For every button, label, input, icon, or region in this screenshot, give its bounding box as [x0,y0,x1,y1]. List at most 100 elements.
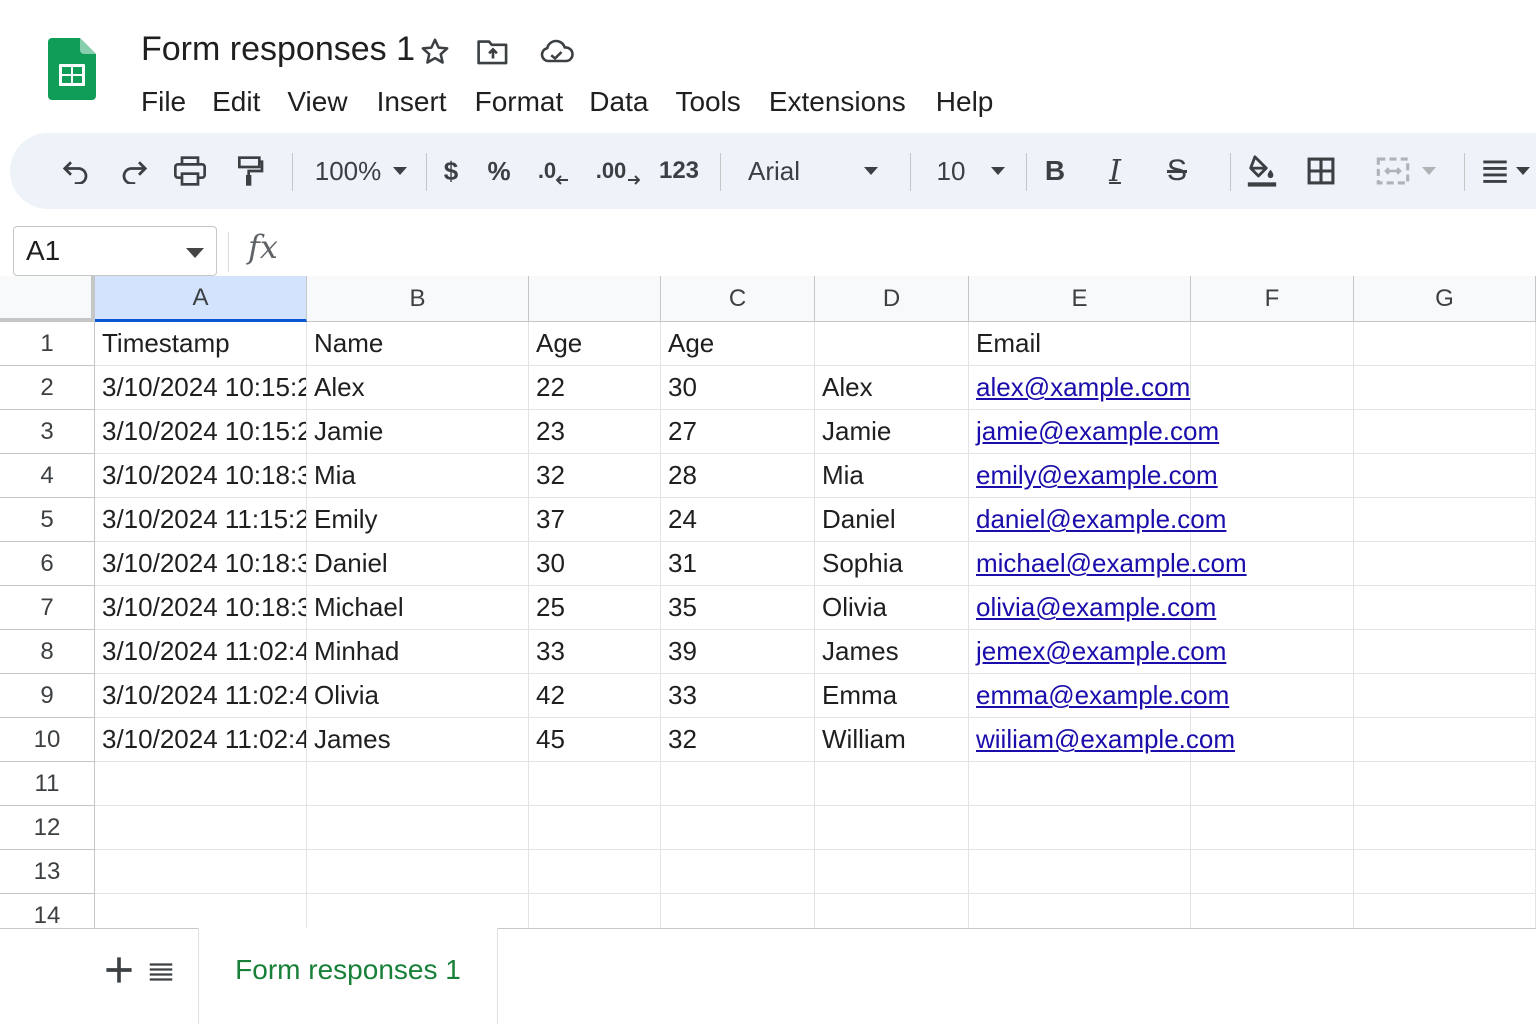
grid-cell[interactable]: Age [529,322,661,366]
italic-button[interactable]: I [1100,133,1130,209]
document-title[interactable]: Form responses 1 [141,30,415,69]
grid-cell[interactable]: Alex [815,366,969,410]
spreadsheet-grid[interactable]: A B C D E F G 1 Timestamp Name Age Age Email 2 3/10/20… [0,276,1536,928]
grid-cell[interactable]: 28 [661,454,815,498]
email-link-cell[interactable]: emma@example.com [969,674,1229,718]
move-to-folder-icon[interactable] [475,34,511,70]
email-link[interactable]: jamie@example.com [976,416,1219,447]
email-link-cell[interactable]: olivia@example.com [969,586,1216,630]
add-sheet-icon[interactable] [104,955,134,985]
grid-cell[interactable]: 42 [529,674,661,718]
grid-cell[interactable]: 3/10/2024 10:18:3 [95,542,307,586]
email-link-cell[interactable]: emily@example.com [969,454,1218,498]
row-header[interactable]: 2 [0,366,95,410]
grid-cell[interactable] [307,806,529,850]
grid-cell[interactable] [1354,850,1536,894]
menu-format[interactable]: Format [475,86,564,118]
strikethrough-button[interactable]: S [1160,133,1194,209]
grid-cell[interactable] [529,850,661,894]
email-link-cell[interactable]: alex@xample.com [969,366,1191,410]
grid-cell[interactable] [529,806,661,850]
row-header[interactable]: 11 [0,762,95,806]
grid-cell[interactable]: 3/10/2024 10:15:2 [95,366,307,410]
grid-cell[interactable] [307,850,529,894]
sheets-logo-icon[interactable] [48,38,96,102]
grid-cell[interactable]: 33 [529,630,661,674]
column-header[interactable]: D [815,276,969,322]
grid-cell[interactable]: 3/10/2024 10:18:3 [95,586,307,630]
fill-color-icon[interactable] [1242,133,1282,209]
grid-cell[interactable]: Daniel [815,498,969,542]
grid-cell[interactable] [1354,586,1536,630]
grid-cell[interactable]: 25 [529,586,661,630]
column-header[interactable]: B [307,276,529,322]
menu-edit[interactable]: Edit [212,86,260,118]
email-link[interactable]: alex@xample.com [976,372,1190,403]
grid-cell[interactable]: 30 [529,542,661,586]
grid-cell[interactable]: Michael [307,586,529,630]
grid-cell[interactable] [661,850,815,894]
grid-cell[interactable]: Emily [307,498,529,542]
menu-tools[interactable]: Tools [675,86,740,118]
grid-cell[interactable] [815,322,969,366]
email-link-cell[interactable]: daniel@example.com [969,498,1226,542]
grid-cell[interactable] [529,762,661,806]
row-header[interactable]: 13 [0,850,95,894]
grid-cell[interactable] [815,762,969,806]
column-header[interactable]: F [1191,276,1354,322]
grid-cell[interactable] [95,894,307,928]
grid-cell[interactable] [1354,542,1536,586]
bold-button[interactable]: B [1040,133,1070,209]
email-link[interactable]: emily@example.com [976,460,1218,491]
menu-view[interactable]: View [287,86,347,118]
grid-cell[interactable] [1354,498,1536,542]
row-header[interactable]: 4 [0,454,95,498]
grid-cell[interactable] [1191,322,1354,366]
grid-cell[interactable]: Olivia [815,586,969,630]
grid-cell[interactable]: 45 [529,718,661,762]
sheet-tab-form-responses-1[interactable]: Form responses 1 [198,928,498,1024]
grid-cell[interactable] [661,894,815,928]
grid-cell[interactable]: 3/10/2024 11:02:4 [95,630,307,674]
grid-cell[interactable] [95,806,307,850]
grid-cell[interactable]: Sophia [815,542,969,586]
column-header[interactable] [529,276,661,322]
row-header[interactable]: 7 [0,586,95,630]
column-header[interactable]: G [1354,276,1536,322]
grid-cell[interactable] [1191,762,1354,806]
grid-cell[interactable] [661,806,815,850]
column-header[interactable]: A [95,276,307,322]
grid-cell[interactable]: Age [661,322,815,366]
grid-cell[interactable]: 3/10/2024 10:15:2 [95,410,307,454]
grid-cell[interactable] [969,850,1191,894]
grid-cell[interactable]: Name [307,322,529,366]
grid-cell[interactable] [1354,410,1536,454]
grid-cell[interactable] [969,762,1191,806]
grid-cell[interactable] [1354,762,1536,806]
grid-cell[interactable] [969,806,1191,850]
grid-cell[interactable]: Email [969,322,1191,366]
grid-cell[interactable]: 24 [661,498,815,542]
grid-cell[interactable]: 32 [661,718,815,762]
print-icon[interactable] [170,133,210,209]
undo-icon[interactable] [58,133,94,209]
zoom-select[interactable]: 100% [306,133,416,209]
grid-cell[interactable] [815,894,969,928]
email-link[interactable]: emma@example.com [976,680,1229,711]
grid-cell[interactable]: Jamie [307,410,529,454]
borders-icon[interactable] [1304,133,1338,209]
grid-cell[interactable]: Minhad [307,630,529,674]
email-link-cell[interactable]: jemex@example.com [969,630,1226,674]
grid-cell[interactable] [1354,322,1536,366]
email-link[interactable]: daniel@example.com [976,504,1226,535]
column-header[interactable]: E [969,276,1191,322]
grid-cell[interactable]: 3/10/2024 11:02:4 [95,718,307,762]
email-link-cell[interactable]: wiiliam@example.com [969,718,1235,762]
email-link[interactable]: wiiliam@example.com [976,724,1235,755]
grid-cell[interactable]: 35 [661,586,815,630]
menu-data[interactable]: Data [589,86,648,118]
grid-cell[interactable] [529,894,661,928]
grid-cell[interactable]: 23 [529,410,661,454]
row-header[interactable]: 9 [0,674,95,718]
email-link[interactable]: michael@example.com [976,548,1247,579]
